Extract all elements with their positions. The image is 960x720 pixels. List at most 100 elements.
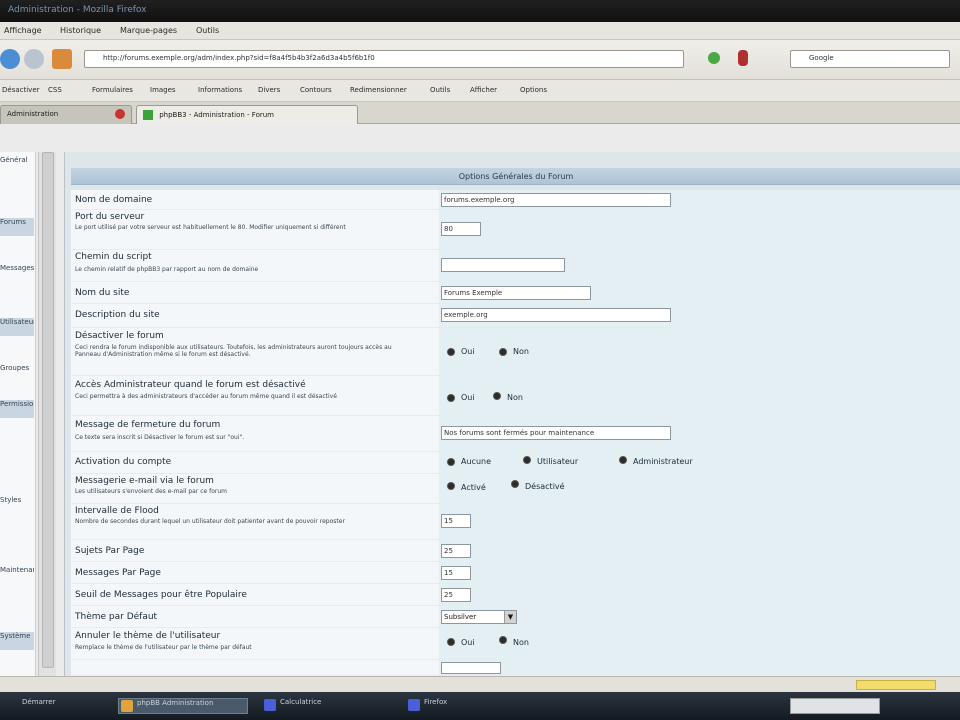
bookmark-item[interactable]: Redimensionner bbox=[350, 86, 407, 94]
back-icon[interactable] bbox=[0, 49, 20, 69]
bookmark-item[interactable]: Outils bbox=[430, 86, 450, 94]
bookmark-item[interactable]: Informations bbox=[198, 86, 242, 94]
email-off-radio[interactable] bbox=[511, 480, 519, 488]
activation-admin-radio[interactable] bbox=[619, 456, 627, 464]
setting-row-flood: Intervalle de Flood Nombre de secondes d… bbox=[71, 504, 960, 540]
override-no-radio[interactable] bbox=[499, 636, 507, 644]
site-desc-input[interactable]: exemple.org bbox=[441, 308, 671, 322]
scrollbar-thumb[interactable] bbox=[42, 152, 54, 668]
default-style-select[interactable]: Subsilver ▼ bbox=[441, 610, 517, 624]
tab-administration[interactable]: Administration bbox=[0, 105, 132, 124]
setting-row-activation: Activation du compte Aucune Utilisateur … bbox=[71, 452, 960, 474]
setting-label: Nom du site bbox=[75, 288, 130, 298]
sidebar-scrollbar[interactable] bbox=[38, 152, 56, 676]
url-bar[interactable]: http://forums.exemple.org/adm/index.php?… bbox=[84, 50, 684, 68]
menu-item-tools[interactable]: Outils bbox=[196, 26, 219, 35]
status-indicator bbox=[856, 680, 936, 690]
radio-label: Désactivé bbox=[525, 482, 565, 491]
setting-label: Thème par Défaut bbox=[75, 612, 158, 622]
email-on-radio[interactable] bbox=[447, 482, 455, 490]
sidebar-item[interactable]: Général bbox=[0, 156, 34, 164]
taskbar-label: Calculatrice bbox=[280, 698, 322, 706]
calculator-icon bbox=[264, 699, 276, 711]
tab-label: phpBB3 - Administration - Forum bbox=[159, 111, 274, 119]
status-bar bbox=[0, 676, 960, 692]
bookmarks-toolbar: Désactiver CSS Formulaires Images Inform… bbox=[0, 80, 960, 102]
sidebar-item[interactable]: Utilisateurs bbox=[0, 318, 34, 336]
taskbar-item-phpbb[interactable]: phpBB Administration bbox=[118, 698, 248, 714]
extension-icon[interactable] bbox=[738, 50, 748, 66]
setting-label: Messagerie e-mail via le forum bbox=[75, 476, 214, 486]
radio-label: Non bbox=[513, 347, 529, 356]
bookmark-item[interactable]: Afficher bbox=[470, 86, 497, 94]
setting-label: Seuil de Messages pour être Populaire bbox=[75, 590, 247, 600]
setting-hint: Le chemin relatif de phpBB3 par rapport … bbox=[75, 266, 259, 273]
activation-none-radio[interactable] bbox=[447, 458, 455, 466]
tab-label: Administration bbox=[7, 110, 59, 118]
taskbar-start[interactable]: Démarrer bbox=[4, 698, 55, 714]
admin-access-yes-radio[interactable] bbox=[447, 394, 455, 402]
setting-label: Nom de domaine bbox=[75, 195, 153, 205]
sidebar-item[interactable]: Système bbox=[0, 632, 34, 650]
setting-label: Accès Administrateur quand le forum est … bbox=[75, 380, 306, 390]
chevron-down-icon[interactable]: ▼ bbox=[504, 611, 516, 623]
topics-per-page-input[interactable]: 25 bbox=[441, 544, 471, 558]
go-icon[interactable] bbox=[708, 52, 720, 64]
menu-item-history[interactable]: Historique bbox=[60, 26, 101, 35]
taskbar-item-firefox[interactable]: Firefox bbox=[406, 698, 526, 714]
domain-input[interactable]: forums.exemple.org bbox=[441, 193, 671, 207]
setting-label: Message de fermeture du forum bbox=[75, 420, 221, 430]
hot-threshold-input[interactable]: 25 bbox=[441, 588, 471, 602]
radio-label: Oui bbox=[461, 638, 475, 647]
home-icon[interactable] bbox=[52, 49, 72, 69]
bookmark-item[interactable]: Contours bbox=[300, 86, 332, 94]
setting-row-partial bbox=[71, 660, 960, 676]
partial-input[interactable] bbox=[441, 662, 501, 674]
tray-box[interactable] bbox=[790, 698, 880, 714]
disable-no-radio[interactable] bbox=[499, 348, 507, 356]
setting-label: Sujets Par Page bbox=[75, 546, 145, 556]
close-icon[interactable] bbox=[115, 109, 125, 119]
override-yes-radio[interactable] bbox=[447, 638, 455, 646]
forward-icon[interactable] bbox=[24, 49, 44, 69]
setting-row-script-path: Chemin du script Le chemin relatif de ph… bbox=[71, 250, 960, 282]
activation-user-radio[interactable] bbox=[523, 456, 531, 464]
setting-label: Chemin du script bbox=[75, 252, 152, 262]
site-name-input[interactable]: Forums Exemple bbox=[441, 286, 591, 300]
menu-item-view[interactable]: Affichage bbox=[4, 26, 42, 35]
bookmark-item[interactable]: Désactiver bbox=[2, 86, 40, 94]
flood-input[interactable]: 15 bbox=[441, 514, 471, 528]
setting-label: Port du serveur bbox=[75, 212, 145, 222]
menu-item-bookmarks[interactable]: Marque-pages bbox=[120, 26, 177, 35]
posts-per-page-input[interactable]: 15 bbox=[441, 566, 471, 580]
sidebar-item[interactable]: Messages bbox=[0, 264, 34, 272]
setting-row-close-msg: Message de fermeture du forum Ce texte s… bbox=[71, 416, 960, 452]
setting-row-admin-access: Accès Administrateur quand le forum est … bbox=[71, 376, 960, 416]
search-input[interactable]: Google bbox=[790, 50, 950, 68]
script-path-input[interactable] bbox=[441, 258, 565, 272]
taskbar-item-calc[interactable]: Calculatrice bbox=[262, 698, 382, 714]
close-message-input[interactable]: Nos forums sont fermés pour maintenance bbox=[441, 426, 671, 440]
radio-label: Oui bbox=[461, 347, 475, 356]
sidebar-item[interactable]: Permissions bbox=[0, 400, 34, 418]
bookmark-item[interactable]: CSS bbox=[48, 86, 62, 94]
bookmark-item[interactable]: Images bbox=[150, 86, 176, 94]
search-text: Google bbox=[809, 54, 834, 62]
section-title: Options Générales du Forum bbox=[458, 172, 574, 181]
setting-row-site-desc: Description du site exemple.org bbox=[71, 304, 960, 328]
admin-access-no-radio[interactable] bbox=[493, 392, 501, 400]
bookmark-item[interactable]: Options bbox=[520, 86, 547, 94]
window-titlebar: Administration - Mozilla Firefox bbox=[0, 0, 960, 22]
disable-yes-radio[interactable] bbox=[447, 348, 455, 356]
sidebar-item[interactable]: Styles bbox=[0, 496, 34, 504]
setting-label: Intervalle de Flood bbox=[75, 506, 159, 516]
tab-phpbb[interactable]: phpBB3 - Administration - Forum bbox=[136, 105, 358, 124]
bookmark-item[interactable]: Divers bbox=[258, 86, 280, 94]
setting-hint: Ceci permettra à des administrateurs d'a… bbox=[75, 393, 337, 400]
sidebar-item[interactable]: Maintenance bbox=[0, 566, 34, 574]
sidebar-item[interactable]: Groupes bbox=[0, 364, 34, 372]
firefox-icon bbox=[121, 700, 133, 712]
bookmark-item[interactable]: Formulaires bbox=[92, 86, 133, 94]
sidebar-item[interactable]: Forums bbox=[0, 218, 34, 236]
port-input[interactable]: 80 bbox=[441, 222, 481, 236]
